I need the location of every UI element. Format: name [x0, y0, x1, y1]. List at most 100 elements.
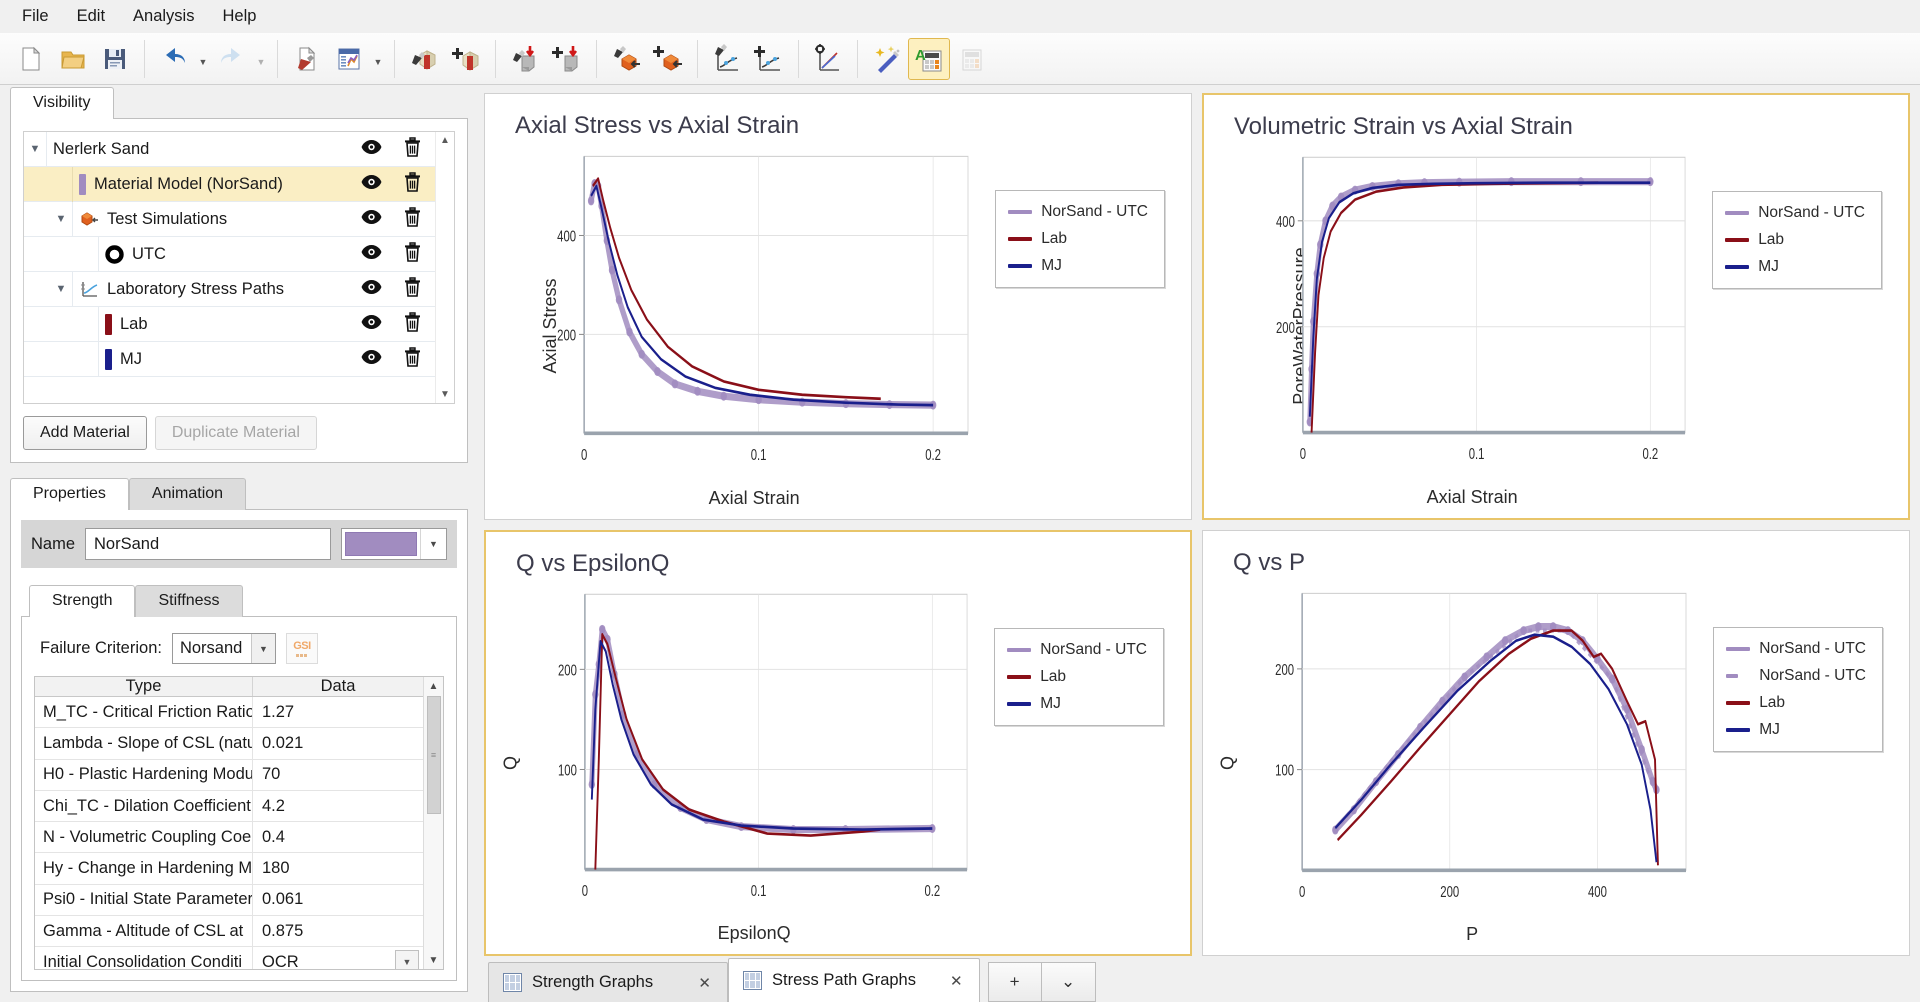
add-material-icon[interactable]	[445, 38, 487, 80]
color-swatch[interactable]	[345, 532, 417, 556]
open-folder-icon[interactable]	[52, 38, 94, 80]
add-box-import-icon[interactable]	[647, 38, 689, 80]
tree-item-lab[interactable]: Lab	[24, 306, 435, 342]
scroll-up-icon[interactable]: ▲	[440, 135, 450, 146]
menu-edit[interactable]: Edit	[65, 3, 117, 30]
tree-scrollbar[interactable]: ▲ ▼	[435, 132, 454, 403]
parameter-value[interactable]: 180	[253, 853, 423, 883]
tree-item-laboratory-stress-paths[interactable]: ▼ Laboratory Stress Paths	[24, 271, 435, 307]
edit-import-lab-icon[interactable]	[504, 38, 546, 80]
document-tab-strength-graphs[interactable]: Strength Graphs ✕	[488, 962, 728, 1002]
table-row[interactable]: M_TC - Critical Friction Ratio 1.27	[35, 697, 423, 729]
settings-curve-icon[interactable]	[807, 38, 849, 80]
eye-icon[interactable]	[361, 139, 382, 160]
eye-icon[interactable]	[361, 314, 382, 335]
new-file-icon[interactable]	[10, 38, 52, 80]
parameters-scrollbar[interactable]: ▲ ≡ ▼	[423, 677, 443, 969]
plot-area[interactable]: PoreWaterPressure 0 0.1 0.2 200 400 Axial Stra…	[1220, 143, 1698, 510]
menu-help[interactable]: Help	[210, 3, 268, 30]
parameter-value[interactable]: 0.061	[253, 885, 423, 915]
table-row[interactable]: Psi0 - Initial State Parameter 0.061	[35, 884, 423, 917]
parameter-value[interactable]: 0.875	[253, 916, 423, 946]
edit-document-icon[interactable]	[286, 38, 328, 80]
menu-analysis[interactable]: Analysis	[121, 3, 206, 30]
trash-icon[interactable]	[404, 311, 421, 337]
chevron-down-icon[interactable]: ▼	[253, 38, 269, 80]
parameter-value[interactable]: 0.021	[253, 728, 423, 758]
eye-icon[interactable]	[361, 244, 382, 265]
tree-item-material-model-norsand[interactable]: Material Model (NorSand)	[24, 166, 435, 202]
tab-properties[interactable]: Properties	[10, 478, 129, 510]
gsi-button[interactable]: GSI	[285, 633, 318, 664]
trash-icon[interactable]	[404, 171, 421, 197]
add-material-button[interactable]: Add Material	[23, 416, 147, 450]
table-row[interactable]: H0 - Plastic Hardening Modu 70	[35, 759, 423, 791]
color-picker[interactable]: ▼	[341, 528, 447, 560]
edit-box-import-icon[interactable]	[605, 38, 647, 80]
parameter-value[interactable]: 70	[253, 760, 423, 790]
trash-icon[interactable]	[404, 206, 421, 232]
tree-item-test-simulations[interactable]: ▼ Test Simulations	[24, 201, 435, 237]
scroll-up-icon[interactable]: ▲	[429, 677, 439, 695]
undo-icon[interactable]	[153, 38, 195, 80]
chevron-down-icon[interactable]: ▼	[50, 202, 72, 237]
tab-stiffness[interactable]: Stiffness	[135, 585, 243, 617]
eye-icon[interactable]	[361, 174, 382, 195]
table-row[interactable]: Hy - Change in Hardening M 180	[35, 853, 423, 885]
duplicate-material-button[interactable]: Duplicate Material	[154, 416, 317, 450]
chart-card-q-vs-epsilonq[interactable]: Q vs EpsilonQ Q 0 0.1 0.2 100 200 EpsilonQ NorSa…	[484, 529, 1192, 956]
tab-visibility[interactable]: Visibility	[10, 87, 114, 119]
table-row[interactable]: Lambda - Slope of CSL (natu 0.021	[35, 728, 423, 760]
parameter-value[interactable]: 4.2	[253, 791, 423, 821]
eye-icon[interactable]	[361, 279, 382, 300]
close-icon[interactable]: ✕	[674, 974, 711, 992]
menu-file[interactable]: File	[10, 3, 61, 30]
scroll-down-icon[interactable]: ▼	[429, 951, 439, 969]
auto-calculator-icon[interactable]: A	[908, 37, 950, 80]
save-icon[interactable]	[94, 38, 136, 80]
plot-area[interactable]: Q 0 0.1 0.2 100 200 EpsilonQ	[501, 580, 980, 947]
chart-card-axial-stress-vs-axial-strain[interactable]: Axial Stress vs Axial Strain Axial Stress…	[484, 93, 1192, 520]
chevron-down-icon[interactable]: ▼	[250, 634, 275, 663]
chevron-down-icon[interactable]: ▼	[395, 950, 419, 969]
chevron-down-icon[interactable]: ▼	[24, 132, 46, 167]
trash-icon[interactable]	[404, 136, 421, 162]
eye-icon[interactable]	[361, 349, 382, 370]
chevron-down-icon[interactable]: ▼	[195, 38, 211, 80]
magic-wand-icon[interactable]	[866, 38, 908, 80]
tree-item-utc[interactable]: UTC	[24, 236, 435, 272]
tab-list-button[interactable]: ⌄	[1041, 962, 1096, 1002]
table-row[interactable]: N - Volumetric Coupling Coe 0.4	[35, 822, 423, 854]
tree-item-mj[interactable]: MJ	[24, 341, 435, 377]
trash-icon[interactable]	[404, 241, 421, 267]
document-tab-stress-path-graphs[interactable]: Stress Path Graphs ✕	[728, 958, 980, 1002]
trash-icon[interactable]	[404, 276, 421, 302]
parameter-value[interactable]: OCR ▼	[253, 947, 423, 969]
add-import-lab-icon[interactable]	[546, 38, 588, 80]
redo-icon[interactable]	[211, 38, 253, 80]
table-row[interactable]: Gamma - Altitude of CSL at 0.875	[35, 916, 423, 948]
chevron-down-icon[interactable]: ▼	[370, 38, 386, 80]
scroll-down-icon[interactable]: ▼	[440, 389, 450, 400]
tab-strength[interactable]: Strength	[29, 585, 136, 617]
calculator-icon[interactable]	[950, 38, 992, 80]
edit-material-icon[interactable]	[403, 38, 445, 80]
scrollbar-thumb[interactable]: ≡	[426, 696, 441, 814]
report-chart-icon[interactable]	[328, 38, 370, 80]
failure-criterion-select[interactable]: Norsand ▼	[171, 633, 276, 664]
parameter-value[interactable]: 1.27	[253, 697, 423, 727]
table-row[interactable]: Chi_TC - Dilation Coefficient 4.2	[35, 790, 423, 823]
trash-icon[interactable]	[404, 346, 421, 372]
table-row[interactable]: Initial Consolidation Conditi OCR ▼	[35, 947, 423, 969]
plot-area[interactable]: Axial Stress 0 0.1 0.2 200 400 Axial Strain	[501, 142, 981, 511]
chart-card-q-vs-p[interactable]: Q vs P Q 0 200 400 100 200 P NorSand - UTC NorSan…	[1202, 529, 1910, 956]
chevron-down-icon[interactable]: ▼	[420, 529, 446, 559]
plot-area[interactable]: Q 0 200 400 100 200 P	[1218, 579, 1699, 948]
chart-card-volumetric-strain-vs-axial-strain[interactable]: Volumetric Strain vs Axial Strain PoreWat…	[1202, 93, 1910, 520]
parameter-value[interactable]: 0.4	[253, 822, 423, 852]
name-input[interactable]	[85, 528, 331, 560]
tab-animation[interactable]: Animation	[128, 478, 247, 510]
edit-curve-icon[interactable]	[706, 38, 748, 80]
tree-item-nerlerk-sand[interactable]: ▼ Nerlerk Sand	[24, 132, 435, 167]
add-tab-button[interactable]: +	[987, 962, 1042, 1002]
